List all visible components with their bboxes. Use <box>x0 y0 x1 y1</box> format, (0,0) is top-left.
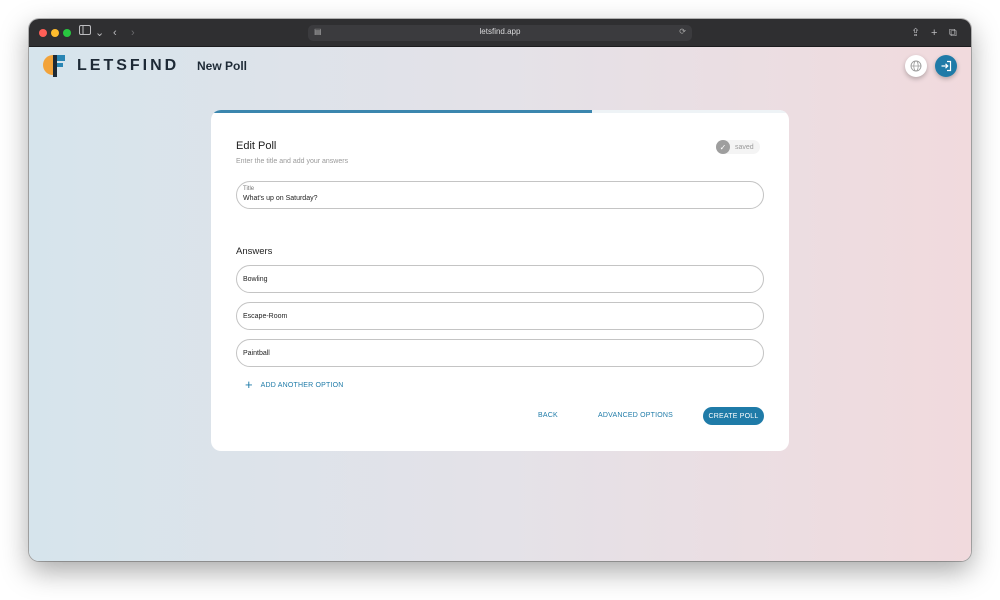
create-poll-button[interactable]: CREATE POLL <box>703 407 764 425</box>
poll-title-field[interactable]: Title What's up on Saturday? <box>236 181 764 209</box>
language-button[interactable] <box>905 55 927 77</box>
back-arrow-icon[interactable]: ‹ <box>113 25 117 41</box>
answer-value[interactable]: Bowling <box>243 276 268 283</box>
answer-field[interactable]: Bowling <box>236 265 764 293</box>
letsfind-logo-icon <box>43 55 65 77</box>
card-subtitle: Enter the title and add your answers <box>236 158 349 165</box>
card-title: Edit Poll <box>236 140 277 152</box>
progress-bar <box>211 110 789 113</box>
forward-arrow-icon[interactable]: › <box>131 25 135 41</box>
edit-poll-card: Edit Poll Enter the title and add your a… <box>211 110 789 451</box>
address-bar[interactable]: ▤ letsfind.app ⟳ <box>308 25 692 41</box>
login-button[interactable] <box>935 55 957 77</box>
saved-status-text: saved <box>735 143 754 151</box>
check-icon: ✓ <box>716 140 730 154</box>
saved-status-badge: ✓ saved <box>716 140 760 154</box>
reload-icon[interactable]: ⟳ <box>679 27 686 36</box>
poll-title-label: Title <box>243 186 255 192</box>
browser-window: ⌄ ‹ › ▤ letsfind.app ⟳ ⇪ + ⧉ LETSFIND Ne… <box>29 19 971 561</box>
zoom-window-button[interactable] <box>63 29 71 37</box>
share-icon[interactable]: ⇪ <box>911 25 920 41</box>
login-icon <box>941 60 952 72</box>
add-option-label: ADD ANOTHER OPTION <box>260 381 344 389</box>
answer-value[interactable]: Paintball <box>243 350 270 357</box>
brand-name: LETSFIND <box>77 57 180 74</box>
chevron-down-icon[interactable]: ⌄ <box>95 25 104 41</box>
close-window-button[interactable] <box>39 29 47 37</box>
globe-icon <box>910 60 922 72</box>
progress-fill <box>211 110 593 113</box>
plus-icon: + <box>245 377 253 392</box>
new-tab-icon[interactable]: + <box>931 25 937 41</box>
add-option-button[interactable]: + ADD ANOTHER OPTION <box>245 377 344 392</box>
advanced-options-button[interactable]: ADVANCED OPTIONS <box>598 412 673 419</box>
poll-title-value[interactable]: What's up on Saturday? <box>243 195 318 202</box>
tab-overview-icon[interactable]: ⧉ <box>949 25 957 41</box>
sidebar-toggle-icon[interactable] <box>79 25 93 41</box>
answer-field[interactable]: Escape-Room <box>236 302 764 330</box>
minimize-window-button[interactable] <box>51 29 59 37</box>
answers-heading: Answers <box>236 246 273 257</box>
answer-field[interactable]: Paintball <box>236 339 764 367</box>
address-url: letsfind.app <box>479 27 521 36</box>
back-button[interactable]: BACK <box>538 412 558 419</box>
browser-titlebar: ⌄ ‹ › ▤ letsfind.app ⟳ ⇪ + ⧉ <box>29 19 971 47</box>
answer-value[interactable]: Escape-Room <box>243 313 287 320</box>
page-title: New Poll <box>197 59 248 73</box>
